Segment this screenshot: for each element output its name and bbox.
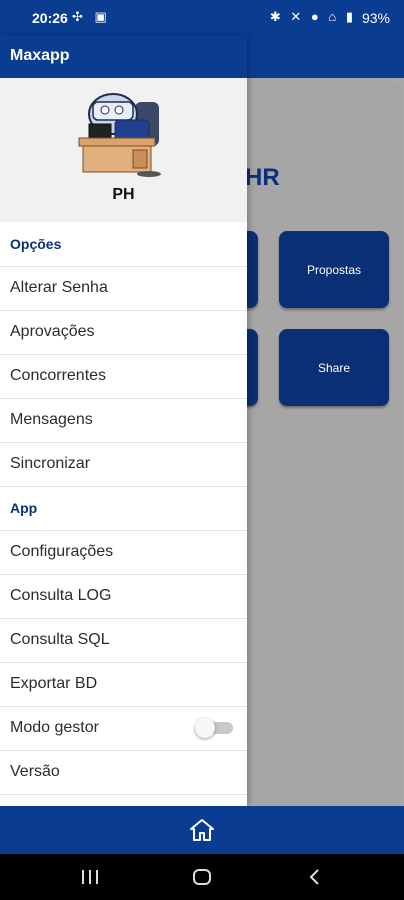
avatar	[78, 93, 161, 177]
status-system-icons: ✱ ✕ ● ⌂ ▮	[269, 9, 356, 24]
navigation-drawer: Maxapp PH Opções Alterar Senha Aprovaçõe…	[0, 36, 247, 806]
profile-area: PH	[0, 78, 247, 222]
status-time: 20:26	[32, 10, 68, 26]
menu-versao[interactable]: Versão	[0, 750, 247, 795]
profile-username: PH	[112, 186, 135, 203]
app-title: Maxapp	[10, 47, 70, 64]
section-app: App	[0, 486, 247, 531]
menu-consulta-log[interactable]: Consulta LOG	[0, 574, 247, 619]
bottom-bar	[0, 806, 404, 854]
modo-gestor-toggle[interactable]	[195, 718, 233, 738]
status-bar: 20:26 ✣ ▣ ✱ ✕ ● ⌂ ▮ 93%	[0, 0, 404, 36]
system-nav-bar	[0, 854, 404, 900]
nav-home-icon[interactable]	[192, 867, 212, 887]
status-notification-icons: ✣ ▣	[72, 9, 111, 24]
menu-sincronizar[interactable]: Sincronizar	[0, 442, 247, 487]
menu-concorrentes[interactable]: Concorrentes	[0, 354, 247, 399]
tile-propostas[interactable]: Propostas	[279, 231, 389, 308]
recents-icon[interactable]	[80, 868, 100, 886]
menu-modo-gestor[interactable]: Modo gestor	[0, 706, 247, 751]
battery-level: 93%	[361, 10, 390, 26]
menu-alterar-senha[interactable]: Alterar Senha	[0, 266, 247, 311]
section-opcoes: Opções	[0, 222, 247, 267]
tile-share[interactable]: Share	[279, 329, 389, 406]
menu-consulta-sql[interactable]: Consulta SQL	[0, 618, 247, 663]
menu-exportar-bd[interactable]: Exportar BD	[0, 662, 247, 707]
toggle-knob	[195, 718, 215, 738]
menu-mensagens[interactable]: Mensagens	[0, 398, 247, 443]
back-icon[interactable]	[308, 868, 322, 886]
drawer-header: Maxapp	[0, 36, 247, 78]
menu-aprovacoes[interactable]: Aprovações	[0, 310, 247, 355]
menu-configuracoes[interactable]: Configurações	[0, 530, 247, 575]
main-heading: HR	[245, 164, 280, 191]
home-icon[interactable]	[189, 818, 215, 842]
